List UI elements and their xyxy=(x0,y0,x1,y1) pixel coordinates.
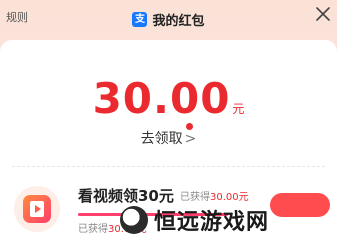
top-bar: 规则 支 我的红包 xyxy=(0,0,337,36)
collect-button[interactable]: 去领取 > xyxy=(0,128,337,148)
watermark-logo-icon xyxy=(120,206,148,234)
amount-display: 30.00 元 xyxy=(0,74,337,123)
watermark-text: 恒远游戏网 xyxy=(154,210,270,235)
chevron-right-icon: > xyxy=(184,131,197,147)
task-icon-bg xyxy=(14,186,60,232)
amount-unit: 元 xyxy=(232,102,245,116)
video-play-icon xyxy=(23,195,51,223)
title-area: 支 我的红包 xyxy=(0,7,337,29)
close-icon[interactable] xyxy=(315,6,331,22)
notification-dot xyxy=(186,123,193,130)
collect-label: 去领取 xyxy=(140,131,183,147)
watermark: 恒远游戏网 xyxy=(120,200,330,240)
amount-value: 30.00 xyxy=(92,74,231,123)
page-title: 我的红包 xyxy=(152,14,205,29)
earned-left-prefix: 已获得 xyxy=(78,224,108,235)
divider xyxy=(12,166,325,167)
alipay-icon: 支 xyxy=(132,12,148,27)
